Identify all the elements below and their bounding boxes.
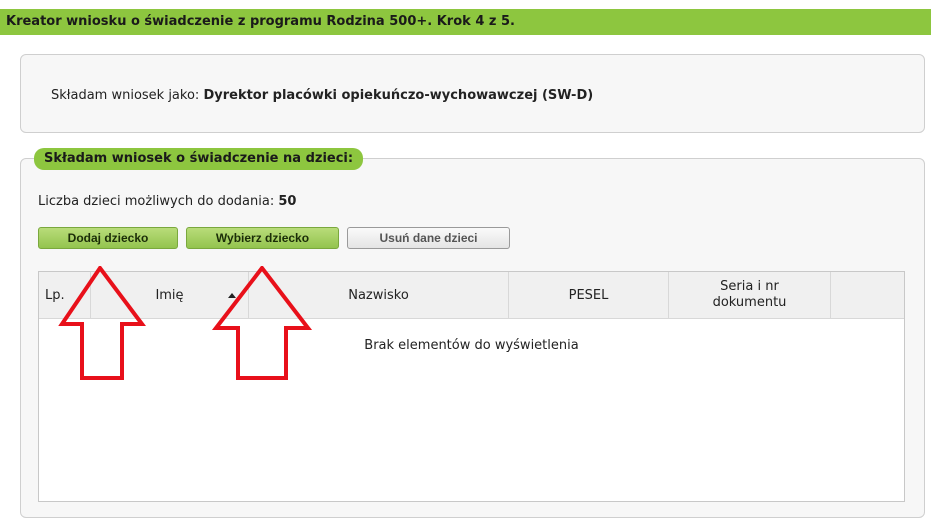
table-header: Lp. Imię Nazwisko PESEL Seria i nr dokum… <box>39 272 904 319</box>
column-header-first-name-label: Imię <box>155 287 184 303</box>
select-child-button[interactable]: Wybierz dziecko <box>186 227 339 249</box>
children-count-label: Liczba dzieci możliwych do dodania: <box>38 194 275 209</box>
column-header-document[interactable]: Seria i nr dokumentu <box>669 272 831 318</box>
add-child-button[interactable]: Dodaj dziecko <box>38 227 178 249</box>
annotation-arrow-up-icon <box>211 266 313 380</box>
wizard-title-bar: Kreator wniosku o świadczenie z programu… <box>0 9 931 35</box>
role-panel: Składam wniosek jako: Dyrektor placówki … <box>20 54 925 133</box>
children-table: Lp. Imię Nazwisko PESEL Seria i nr dokum… <box>38 271 905 502</box>
table-empty-message: Brak elementów do wyświetlenia <box>364 338 579 353</box>
role-prefix: Składam wniosek jako: <box>51 88 200 103</box>
remove-children-button[interactable]: Usuń dane dzieci <box>347 227 510 249</box>
children-count-value: 50 <box>278 194 297 209</box>
role-statement: Składam wniosek jako: Dyrektor placówki … <box>51 88 593 103</box>
annotation-arrow-up-icon <box>58 266 146 380</box>
role-value: Dyrektor placówki opiekuńczo-wychowawcze… <box>203 88 594 103</box>
children-section-legend: Składam wniosek o świadczenie na dzieci: <box>34 148 364 170</box>
wizard-title: Kreator wniosku o świadczenie z programu… <box>6 14 515 29</box>
children-count: Liczba dzieci możliwych do dodania: 50 <box>38 194 296 209</box>
column-header-pesel[interactable]: PESEL <box>509 272 669 318</box>
